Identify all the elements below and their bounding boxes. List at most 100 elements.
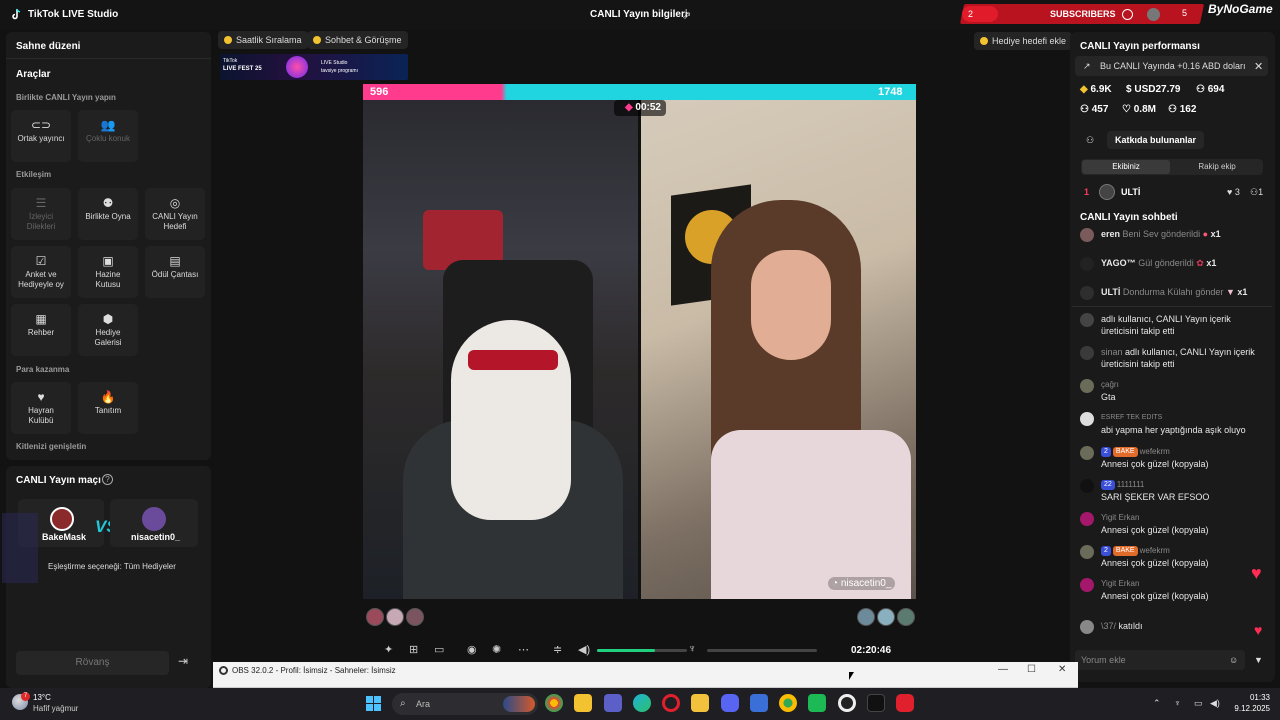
stat-new-followers: ⚇ 162 <box>1168 104 1197 115</box>
record-icon[interactable]: ◉ <box>467 643 477 656</box>
top <box>711 430 911 599</box>
tool-poll[interactable]: ☑ Anket ve Hediyeyle oy <box>11 246 71 298</box>
avatar[interactable] <box>877 608 895 626</box>
tool-guide[interactable]: ▦ Rehber <box>11 304 71 356</box>
follow-icon <box>1080 346 1094 360</box>
tool-live-goal[interactable]: ◎ CANLI Yayın Hedefi <box>145 188 205 240</box>
speaker-icon[interactable]: ◀) <box>578 643 590 656</box>
tool-cohost[interactable]: ⊂⊃ Ortak yayıncı <box>11 110 71 162</box>
gift-row: eren Beni Sev gönderildi ● x1 <box>1080 228 1270 242</box>
teams-icon[interactable] <box>604 694 622 712</box>
effects-icon[interactable]: ✺ <box>492 643 501 656</box>
avatar[interactable] <box>406 608 424 626</box>
windows-start-icon[interactable] <box>366 696 382 712</box>
tiktok-logo-icon <box>12 8 21 20</box>
microphone-icon[interactable]: ♆ <box>688 643 696 655</box>
chevron-up-icon[interactable]: ⌃ <box>1153 698 1161 709</box>
score-left: 596 <box>370 86 389 98</box>
microsoft-store-icon[interactable] <box>574 694 592 712</box>
group-expand-title: Kitlenizi genişletin <box>16 442 87 451</box>
match-option-text[interactable]: Eşleştirme seçeneği: Tüm Hediyeler <box>48 562 176 571</box>
avatar <box>1080 286 1094 300</box>
maximize-icon[interactable]: ☐ <box>1027 664 1036 675</box>
youtube-icon[interactable] <box>896 694 914 712</box>
avatar[interactable] <box>386 608 404 626</box>
tool-treasure-box[interactable]: ▣ Hazine Kutusu <box>78 246 138 298</box>
tool-multi-guest[interactable]: 👥 Çoklu konuk <box>78 110 138 162</box>
stat-likes: ♡ 0.8M <box>1122 104 1156 115</box>
layout-icon[interactable]: ▭ <box>434 643 444 656</box>
file-explorer-icon[interactable] <box>691 694 709 712</box>
rank-stat-likes: ♥ 3 <box>1227 187 1240 197</box>
speaker-mute-icon: ◔ <box>832 578 841 589</box>
mail-icon[interactable] <box>750 694 768 712</box>
diamond-icon: ◆ <box>1080 84 1088 95</box>
add-gift-goal-pill[interactable]: Hediye hedefi ekle <box>974 32 1073 50</box>
heart-icon: ♥ <box>1254 622 1263 638</box>
tool-play-together[interactable]: ⚉ Birlikte Oyna <box>78 188 138 240</box>
tool-gift-gallery[interactable]: ⬢ Hediye Galerisi <box>78 304 138 356</box>
clock-time[interactable]: 01:33 <box>1220 693 1270 702</box>
box-icon: ▣ <box>102 254 114 268</box>
opera-icon[interactable] <box>662 694 680 712</box>
add-source-icon[interactable]: ⊞ <box>409 643 418 656</box>
contributors-button[interactable]: Katkıda bulunanlar <box>1107 131 1205 149</box>
avatar <box>1080 578 1094 592</box>
avatar[interactable] <box>366 608 384 626</box>
stat-usd: $ USD27.79 <box>1126 84 1181 95</box>
banner-line4: tavsiye programı <box>321 68 358 74</box>
chrome-profile-icon[interactable] <box>779 694 797 712</box>
avatar[interactable] <box>857 608 875 626</box>
emoji-icon[interactable]: ☺ <box>1229 655 1238 665</box>
hourly-ranking-pill[interactable]: Saatlik Sıralama <box>218 31 308 49</box>
discord-icon[interactable] <box>721 694 739 712</box>
heart-icon: ♥ <box>37 390 45 404</box>
chat-message: çağrı Gta <box>1080 379 1270 403</box>
tool-viewer-requests[interactable]: ☰ İzleyici Dilekleri <box>11 188 71 240</box>
microphone-tray-icon[interactable]: ♆ <box>1174 698 1181 708</box>
edge-icon[interactable] <box>633 694 651 712</box>
close-icon[interactable]: ✕ <box>1254 60 1263 73</box>
avatar[interactable] <box>897 608 915 626</box>
obs-taskbar-icon[interactable] <box>838 694 856 712</box>
overlay-mini-chat <box>2 513 38 583</box>
close-icon[interactable]: ✕ <box>1058 664 1066 675</box>
minimize-icon[interactable]: — <box>998 664 1008 675</box>
magic-wand-icon[interactable]: ✦ <box>384 643 393 656</box>
volume-icon[interactable]: ◀) <box>1210 698 1220 709</box>
tool-fan-club[interactable]: ♥ Hayran Kulübü <box>11 382 71 434</box>
start-tile <box>374 704 381 711</box>
help-icon[interactable]: ? <box>102 474 113 485</box>
more-icon[interactable]: ⋯ <box>518 643 529 656</box>
network-icon[interactable]: ▭ <box>1194 698 1203 709</box>
tab-your-team[interactable]: Ekibiniz <box>1082 160 1170 174</box>
gaming-app-icon[interactable] <box>808 694 826 712</box>
face <box>751 250 831 360</box>
tab-opponent-team[interactable]: Rakip ekip <box>1172 160 1262 174</box>
opponent-tag[interactable]: ◔ nisacetin0_ <box>828 577 896 590</box>
avatar <box>50 507 74 531</box>
live-info-title[interactable]: CANLI Yayın bilgileri <box>590 9 688 20</box>
rose-icon: ✿ <box>1196 258 1204 268</box>
tiktok-taskbar-icon[interactable] <box>867 694 885 712</box>
gear-icon <box>1122 9 1133 20</box>
start-tile <box>366 696 373 703</box>
filter-icon[interactable]: ▼ <box>1254 655 1263 665</box>
avatar <box>1080 228 1094 242</box>
mic-slider[interactable] <box>707 649 817 652</box>
gift-heart-icon: ● <box>1202 229 1209 239</box>
chat-message: Yigit Erkan Annesi çok güzel (kopyala) <box>1080 578 1270 602</box>
chrome-icon[interactable] <box>545 694 563 712</box>
settings-sliders-icon[interactable]: ≑ <box>553 643 562 656</box>
tool-reward-bag[interactable]: ▤ Ödül Çantası <box>145 246 205 298</box>
scene-layout-title[interactable]: Sahne düzeni <box>16 41 80 52</box>
clock-date[interactable]: 9.12.2025 <box>1220 704 1270 713</box>
share-icon[interactable]: ⇗ <box>682 9 691 22</box>
exit-match-icon[interactable]: ⇥ <box>178 654 188 668</box>
coin-icon: $ <box>1126 84 1132 95</box>
tool-promote[interactable]: 🔥 Tanıtım <box>78 382 138 434</box>
users-icon: ⚇ <box>1250 187 1259 197</box>
chat-meeting-pill[interactable]: Sohbet & Görüşme <box>307 31 408 49</box>
weather-temp: 13°C <box>33 693 51 702</box>
rematch-button[interactable]: Rövanş <box>16 651 169 675</box>
